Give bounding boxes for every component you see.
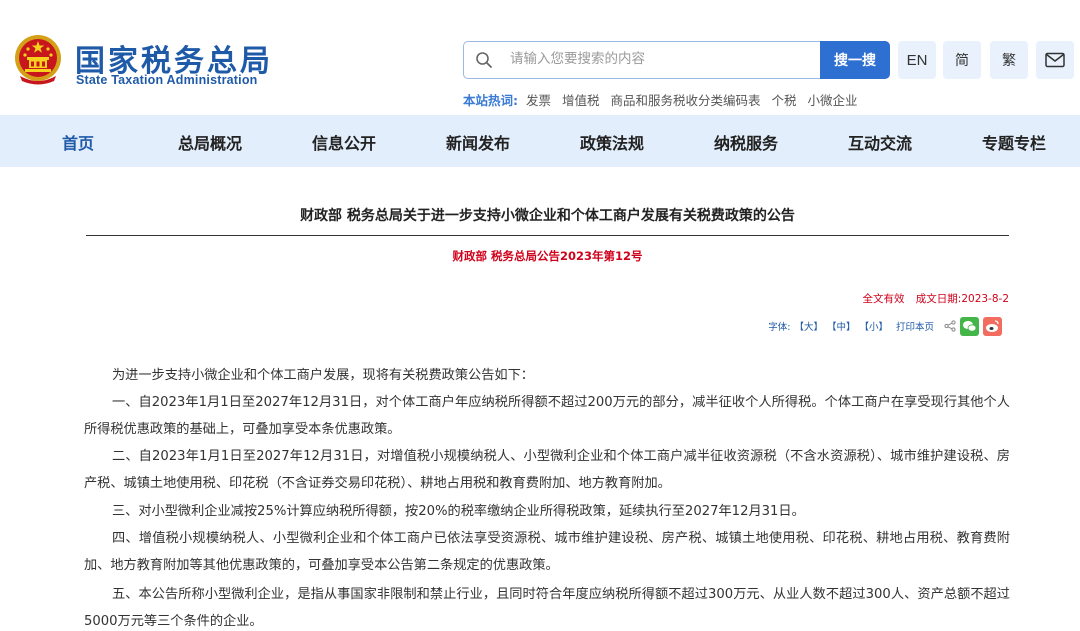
hotword-link[interactable]: 小微企业 (807, 93, 857, 108)
font-large-button[interactable]: 【大】 (794, 319, 823, 333)
search-icon (476, 52, 492, 68)
mail-icon (1045, 52, 1065, 68)
document-number: 财政部 税务总局公告2023年第12号 (452, 249, 643, 263)
hotword-link[interactable]: 个税 (771, 93, 796, 108)
search-button[interactable]: 搜一搜 (820, 41, 890, 79)
nav-item-interaction[interactable]: 互动交流 (848, 130, 912, 154)
font-small-button[interactable]: 【小】 (859, 319, 888, 333)
article-paragraph: 二、自2023年1月1日至2027年12月31日，对增值税小规模纳税人、小型微利… (84, 449, 1010, 491)
issue-date: 成文日期:2023-8-2 (915, 293, 1009, 305)
search-input[interactable] (510, 51, 810, 67)
article-paragraph: 三、对小型微利企业减按25%计算应纳税所得额，按20%的税率缴纳企业所得税政策，… (112, 504, 805, 519)
site-header: 国家税务总局 State Taxation Administration 搜一搜… (0, 0, 1080, 115)
share-icon[interactable] (944, 320, 956, 332)
hotword-link[interactable]: 商品和服务税收分类编码表 (610, 93, 760, 108)
nav-item-topics[interactable]: 专题专栏 (982, 130, 1046, 154)
hotwords-label: 本站热词: (463, 93, 518, 108)
site-subtitle[interactable]: State Taxation Administration (76, 73, 258, 87)
wechat-icon[interactable] (960, 316, 979, 336)
nav-item-overview[interactable]: 总局概况 (178, 130, 242, 154)
hotwords-bar: 本站热词: 发票 增值税 商品和服务税收分类编码表 个税 小微企业 (463, 90, 865, 109)
article-paragraph: 四、增值税小规模纳税人、小型微利企业和个体工商户已依法享受资源税、城市维护建设税… (84, 531, 1010, 573)
nav-item-news[interactable]: 新闻发布 (446, 130, 510, 154)
lang-simplified-button[interactable]: 简 (943, 41, 981, 79)
lang-traditional-button[interactable]: 繁 (990, 41, 1028, 79)
article-title: 财政部 税务总局关于进一步支持小微企业和个体工商户发展有关税费政策的公告 (300, 208, 795, 224)
weibo-icon[interactable] (983, 316, 1002, 336)
lang-en-button[interactable]: EN (898, 41, 936, 79)
main-nav: 首页 总局概况 信息公开 新闻发布 政策法规 纳税服务 互动交流 专题专栏 (0, 115, 1080, 167)
font-medium-button[interactable]: 【中】 (827, 319, 856, 333)
nav-item-home[interactable]: 首页 (62, 130, 94, 154)
article-paragraph: 一、自2023年1月1日至2027年12月31日，对个体工商户年应纳税所得额不超… (84, 395, 1010, 437)
mail-button[interactable] (1036, 41, 1074, 79)
article-paragraph: 五、本公告所称小型微利企业，是指从事国家非限制和禁止行业，且同时符合年度应纳税所… (84, 587, 1010, 629)
hotword-link[interactable]: 增值税 (562, 93, 600, 108)
article-tools: 字体: 【大】 【中】 【小】 打印本页 (764, 316, 1002, 336)
nav-item-service[interactable]: 纳税服务 (714, 130, 778, 154)
hotword-link[interactable]: 发票 (526, 93, 551, 108)
print-button[interactable]: 打印本页 (896, 319, 934, 333)
national-emblem-icon[interactable] (12, 32, 64, 86)
title-divider (86, 235, 1009, 236)
validity-status: 全文有效 (862, 293, 905, 305)
nav-item-info[interactable]: 信息公开 (312, 130, 376, 154)
font-size-label: 字体: (768, 322, 791, 333)
article-meta: 全文有效 成文日期:2023-8-2 (854, 291, 1009, 306)
nav-item-policy[interactable]: 政策法规 (580, 130, 644, 154)
search-box (463, 41, 820, 79)
article-paragraph: 为进一步支持小微企业和个体工商户发展，现将有关税费政策公告如下： (112, 368, 534, 383)
